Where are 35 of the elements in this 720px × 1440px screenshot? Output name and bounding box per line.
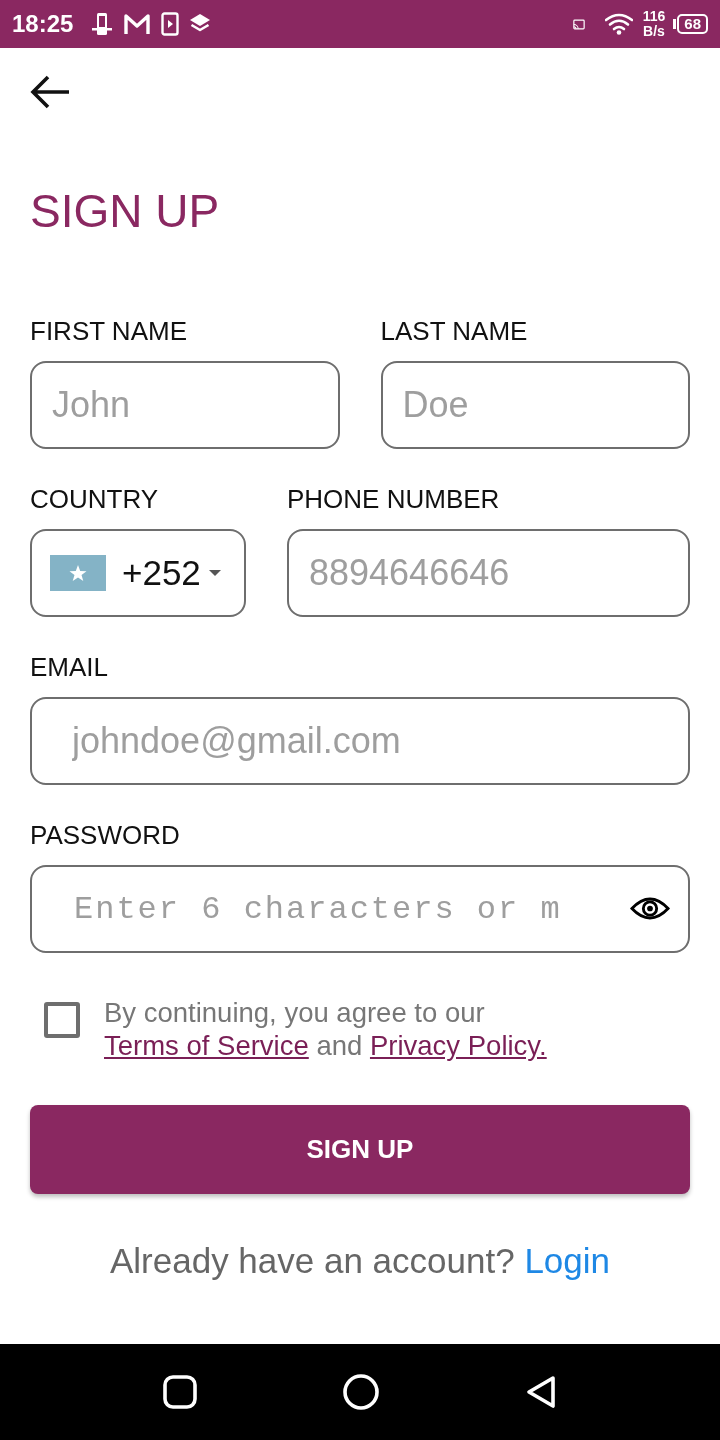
field-label: COUNTRY bbox=[30, 484, 160, 514]
status-time: 18:25 bbox=[12, 10, 74, 38]
wifi-icon bbox=[604, 13, 633, 35]
text-field[interactable]: 8894646646 bbox=[287, 529, 690, 617]
network-speed: 116 B/s bbox=[642, 9, 666, 39]
field-label: PASSWORD bbox=[30, 820, 181, 850]
play-document-icon bbox=[161, 12, 180, 36]
eye-icon[interactable] bbox=[630, 895, 670, 922]
privacy-policy-link[interactable]: Privacy Policy. bbox=[369, 1030, 547, 1061]
nav-square-icon[interactable] bbox=[163, 1375, 197, 1409]
m-logo-icon bbox=[123, 13, 152, 35]
field-label: LAST NAME bbox=[380, 316, 529, 346]
flag-icon bbox=[50, 555, 106, 591]
terms-of-service-link[interactable]: Terms of Service bbox=[104, 1030, 309, 1061]
battery-indicator: 68 bbox=[673, 14, 708, 34]
phone-stand-icon bbox=[91, 12, 114, 36]
back-button[interactable] bbox=[30, 74, 70, 110]
sign-up-button[interactable]: SIGN UP bbox=[30, 1105, 690, 1194]
country-code-selector[interactable]: +252 bbox=[30, 529, 246, 617]
field-label: PHONE NUMBER bbox=[287, 484, 501, 514]
cast-icon bbox=[572, 18, 585, 30]
terms-consent-text: By continuing, you agree to our Terms of Service and Privacy Policy. bbox=[104, 996, 548, 1062]
field-label: EMAIL bbox=[30, 652, 110, 682]
password-field[interactable]: Enter 6 characters or m bbox=[30, 865, 690, 953]
page-title: SIGN UP bbox=[30, 184, 221, 239]
checkbox[interactable] bbox=[44, 1002, 80, 1038]
arrow-left-icon bbox=[30, 75, 70, 109]
login-prompt: Already have an account? Login bbox=[108, 1241, 612, 1281]
field-label: FIRST NAME bbox=[30, 316, 188, 346]
nav-back-icon[interactable] bbox=[525, 1375, 557, 1409]
nav-circle-icon[interactable] bbox=[343, 1374, 379, 1410]
caret-down-icon bbox=[208, 570, 221, 576]
text-field[interactable]: Doe bbox=[380, 361, 690, 449]
text-field[interactable]: John bbox=[30, 361, 340, 449]
login-link[interactable]: Login bbox=[524, 1241, 611, 1280]
